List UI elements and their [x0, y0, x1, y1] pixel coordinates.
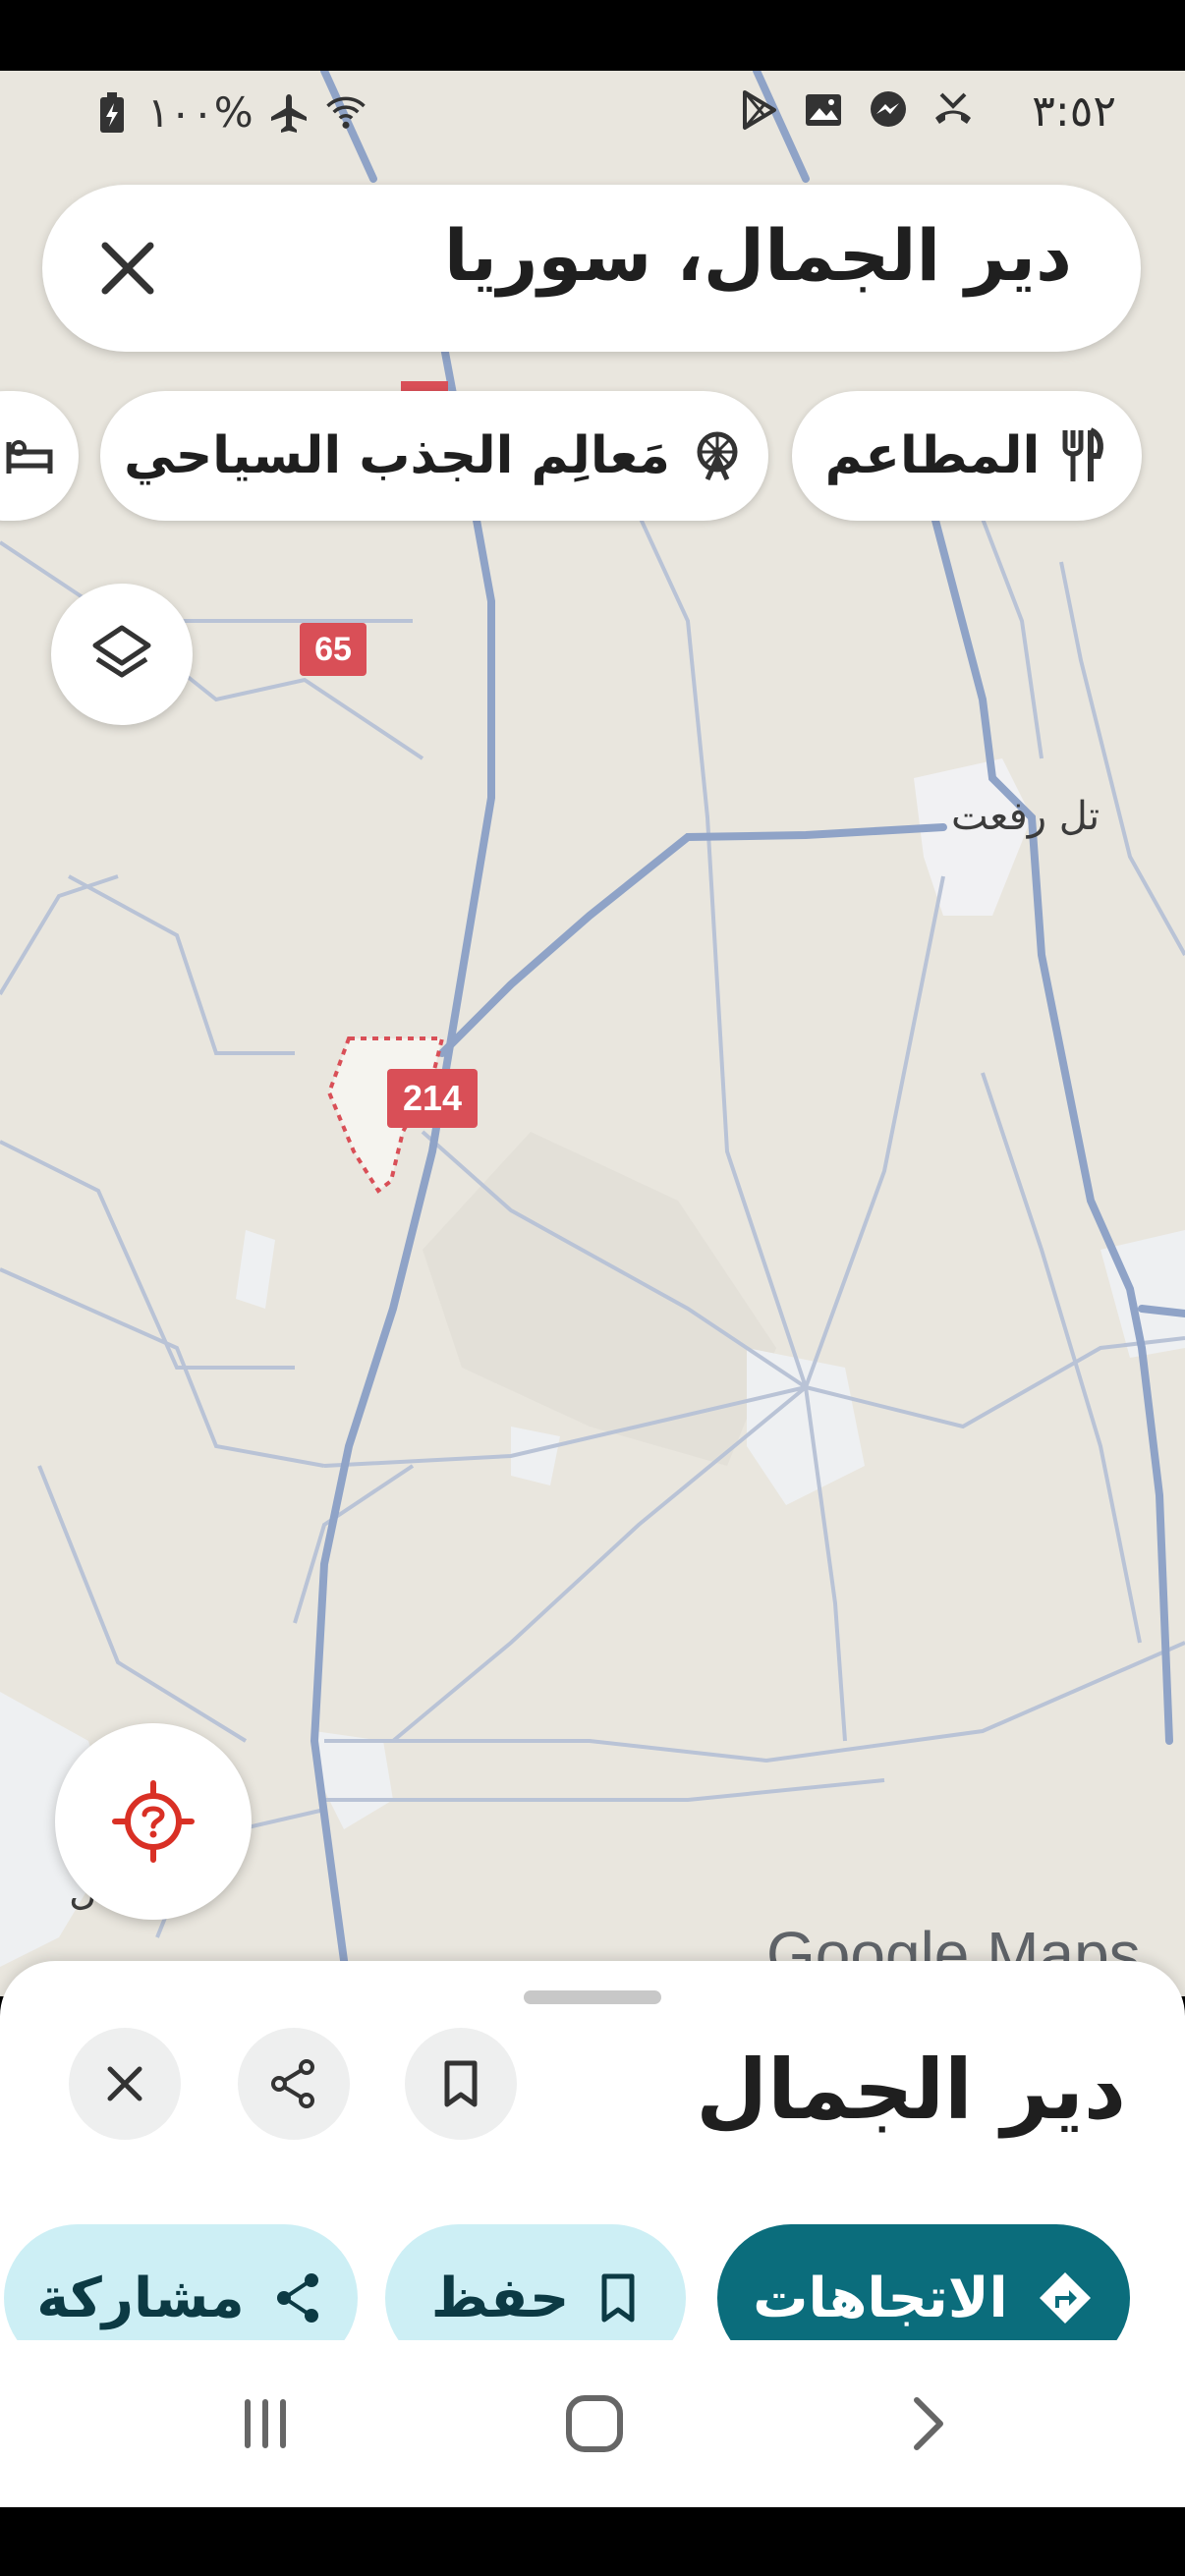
map-layers-button[interactable]: [51, 584, 193, 725]
save-button[interactable]: حفظ: [385, 2224, 686, 2340]
bottom-bezel: [0, 2507, 1185, 2576]
share-label: مشاركة: [36, 2266, 245, 2330]
layers-icon: [92, 625, 151, 678]
recent-apps-icon: [245, 2399, 286, 2448]
home-button[interactable]: [550, 2380, 639, 2468]
save-icon-button[interactable]: [405, 2028, 517, 2140]
place-bottom-sheet[interactable]: دير الجمال الاتجاهات حفظ مشاركة: [0, 1961, 1185, 2340]
close-icon: [107, 2066, 142, 2101]
recent-apps-button[interactable]: [221, 2380, 310, 2468]
chip-hotels[interactable]: [0, 391, 79, 521]
status-right-icons: [737, 88, 975, 132]
close-icon: [101, 242, 154, 295]
battery-charging-icon: [90, 91, 134, 135]
chip-restaurants[interactable]: المطاعم: [792, 391, 1142, 521]
chip-attractions-label: مَعالِم الجذب السياحي: [124, 426, 670, 485]
map-view[interactable]: 65 214 تل رفعت ل Google Maps: [0, 71, 1185, 1996]
hotel-icon: [6, 440, 53, 474]
status-time: ٣:٥٢: [1032, 86, 1116, 137]
sheet-drag-handle[interactable]: [524, 1990, 661, 2004]
close-search-button[interactable]: [91, 232, 164, 305]
search-title[interactable]: دير الجمال، سوريا: [444, 214, 1072, 297]
bookmark-icon: [444, 2060, 478, 2107]
home-icon: [566, 2395, 623, 2452]
status-bar: %١٠٠ ٣:٥٢: [0, 71, 1185, 149]
place-title: دير الجمال: [696, 2042, 1126, 2138]
gallery-icon: [802, 88, 845, 132]
back-button[interactable]: [884, 2380, 973, 2468]
close-sheet-button[interactable]: [69, 2028, 181, 2140]
share-icon: [271, 2059, 314, 2108]
chip-attractions[interactable]: مَعالِم الجذب السياحي: [100, 391, 768, 521]
camera-cutout-area: [0, 0, 1185, 71]
messenger-icon: [867, 88, 910, 132]
search-bar[interactable]: دير الجمال، سوريا: [42, 185, 1141, 352]
save-label: حفظ: [430, 2266, 570, 2330]
chip-restaurants-label: المطاعم: [824, 426, 1041, 485]
my-location-button[interactable]: [55, 1723, 252, 1920]
route-shield-65: 65: [300, 623, 367, 676]
status-left-icons: %١٠٠: [90, 88, 367, 137]
attractions-icon: [697, 431, 738, 481]
play-store-icon: [737, 88, 780, 132]
back-arrow-icon: [914, 2397, 943, 2450]
restaurant-icon: [1062, 427, 1104, 481]
share-button[interactable]: مشاركة: [4, 2224, 358, 2340]
route-shield-214: 214: [387, 1069, 478, 1128]
system-navigation-bar: [0, 2340, 1185, 2507]
directions-label: الاتجاهات: [753, 2266, 1008, 2330]
place-label-tel-rifaat[interactable]: تل رفعت: [951, 794, 1100, 839]
airplane-mode-icon: [267, 91, 310, 135]
screen: 65 214 تل رفعت ل Google Maps %١٠٠ ٣:٥٢ د…: [0, 0, 1185, 2576]
location-unknown-icon: [112, 1780, 195, 1863]
missed-call-icon: [931, 88, 975, 132]
share-icon: [276, 2273, 318, 2323]
bookmark-icon: [601, 2273, 635, 2323]
wifi-icon: [324, 91, 367, 135]
directions-icon: [1039, 2272, 1091, 2324]
category-chips: المطاعم مَعالِم الجذب السياحي: [0, 391, 1185, 521]
map-canvas: [0, 71, 1185, 1996]
battery-percent: %١٠٠: [147, 88, 254, 137]
directions-button[interactable]: الاتجاهات: [717, 2224, 1130, 2340]
share-icon-button[interactable]: [238, 2028, 350, 2140]
